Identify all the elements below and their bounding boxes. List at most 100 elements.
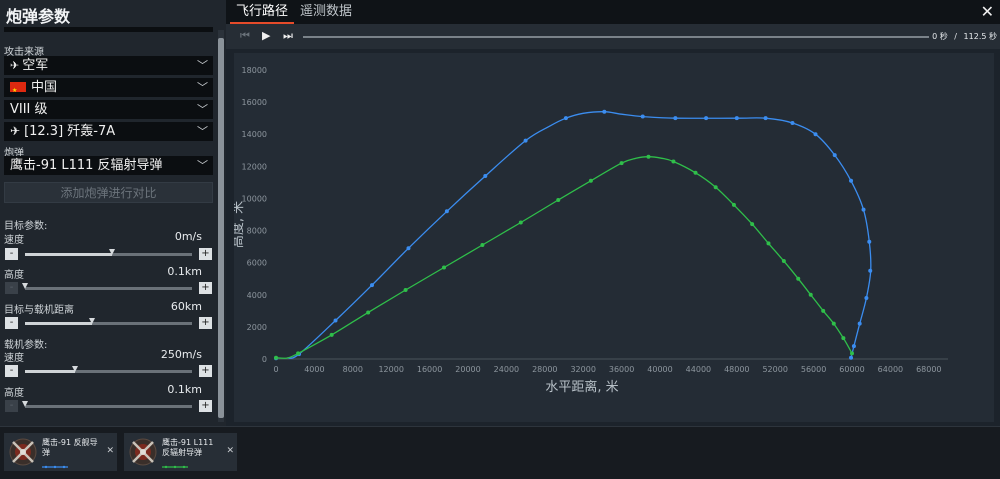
- missile-icon: [129, 438, 157, 466]
- y-tick-label: 18000: [242, 66, 267, 75]
- rank-value: VIII 级: [10, 102, 48, 117]
- tab-flight-path[interactable]: 飞行路径: [230, 0, 295, 24]
- weapon-card[interactable]: 鹰击-91 L111 反辐射导弹 ✕: [124, 433, 237, 471]
- x-tick-label: 56000: [801, 365, 826, 374]
- parameters-scroll-area[interactable]: 攻击来源 ✈ 空军 ﹀ ★ 中国 ﹀ VIII 级 ﹀ ✈ [12.3] 歼轰-7A …: [0, 27, 216, 426]
- country-select[interactable]: ★ 中国 ﹀: [4, 78, 213, 97]
- series-point-0: [602, 109, 607, 114]
- slider-thumb[interactable]: [72, 366, 79, 372]
- series-point-1: [796, 276, 801, 281]
- carrier-altitude-minus-button[interactable]: -: [5, 400, 18, 412]
- shell-value: 鹰击-91 L111 反辐射导弹: [10, 158, 163, 173]
- time-readout: 0 秒 / 112.5 秒: [932, 31, 997, 42]
- slider-thumb[interactable]: [108, 249, 115, 255]
- y-tick-label: 2000: [247, 323, 267, 332]
- x-tick-label: 16000: [417, 365, 442, 374]
- distance-label: 目标与载机距离: [4, 305, 74, 316]
- series-point-0: [734, 116, 739, 121]
- shell-parameters-panel: 炮弹参数 攻击来源 ✈ 空军 ﹀ ★ 中国 ﹀ VIII 级 ﹀ ✈ [12.3] 歼…: [0, 0, 226, 426]
- series-point-1: [588, 178, 593, 183]
- carrier-speed-slider[interactable]: [25, 366, 192, 373]
- target-altitude-minus-button[interactable]: -: [5, 282, 18, 294]
- aircraft-value: [12.3] 歼轰-7A: [24, 124, 116, 139]
- add-shell-compare-button[interactable]: 添加炮弹进行对比: [4, 182, 213, 203]
- x-tick-label: 0: [273, 365, 278, 374]
- series-point-1: [841, 336, 846, 341]
- slider-thumb[interactable]: [22, 401, 28, 407]
- target-altitude-value: 0.1km: [167, 265, 202, 278]
- series-point-0: [861, 207, 866, 212]
- series-point-0: [763, 116, 768, 121]
- x-axis-label: 水平距离, 米: [545, 379, 618, 395]
- distance-slider[interactable]: [25, 318, 192, 325]
- y-tick-label: 14000: [242, 130, 267, 139]
- target-speed-slider[interactable]: [25, 249, 192, 256]
- series-line-1: [275, 156, 853, 359]
- close-icon[interactable]: ✕: [981, 2, 994, 21]
- series-point-1: [731, 202, 736, 207]
- china-flag-icon: ★: [10, 81, 26, 94]
- series-point-0: [333, 318, 338, 323]
- series-point-1: [850, 351, 854, 356]
- rank-select[interactable]: VIII 级 ﹀: [4, 100, 213, 119]
- compared-weapons-bar: 鹰击-91 反舰导弹 ✕ 鹰击-91 L111 反辐射导弹 ✕: [0, 426, 1000, 479]
- series-line-0: [287, 111, 872, 359]
- playback-progress-bar[interactable]: [303, 36, 929, 38]
- flight-path-panel: 飞行路径 遥测数据 ✕ ⏮ ▶ ⏭ 0 秒 / 112.5 秒 0 4000 800…: [226, 0, 1000, 426]
- series-point-1: [366, 310, 371, 315]
- x-tick-label: 64000: [878, 365, 903, 374]
- target-altitude-label: 高度: [4, 270, 24, 281]
- carrier-speed-value: 250m/s: [160, 348, 202, 361]
- distance-plus-button[interactable]: +: [199, 317, 212, 329]
- series-point-1: [274, 355, 278, 360]
- carrier-altitude-slider[interactable]: [22, 401, 192, 408]
- scrollbar-thumb[interactable]: [218, 38, 224, 418]
- series-point-1: [329, 332, 334, 337]
- partial-select-top[interactable]: [4, 27, 213, 32]
- slider-thumb[interactable]: [88, 318, 95, 324]
- series-point-0: [523, 138, 528, 143]
- series-point-0: [851, 344, 856, 349]
- target-speed-minus-button[interactable]: -: [5, 248, 18, 260]
- series-point-1: [480, 243, 485, 248]
- x-tick-label: 52000: [762, 365, 787, 374]
- country-value: 中国: [31, 80, 58, 95]
- remove-weapon-icon[interactable]: ✕: [106, 446, 114, 456]
- x-tick-label: 32000: [570, 365, 595, 374]
- target-altitude-slider[interactable]: [22, 283, 192, 290]
- x-tick-label: 20000: [455, 365, 480, 374]
- target-speed-value: 0m/s: [174, 230, 202, 243]
- shell-select[interactable]: 鹰击-91 L111 反辐射导弹 ﹀: [4, 156, 213, 175]
- weapon-card[interactable]: 鹰击-91 反舰导弹 ✕: [4, 433, 117, 471]
- series-point-1: [556, 198, 561, 203]
- chevron-down-icon: ﹀: [197, 59, 208, 72]
- target-speed-plus-button[interactable]: +: [199, 248, 212, 260]
- target-altitude-plus-button[interactable]: +: [199, 282, 212, 294]
- tab-telemetry[interactable]: 遥测数据: [294, 0, 358, 24]
- x-tick-label: 4000: [304, 365, 324, 374]
- series-point-0: [640, 114, 645, 119]
- x-tick-label: 40000: [647, 365, 672, 374]
- service-select[interactable]: ✈ 空军 ﹀: [4, 56, 213, 75]
- trajectory-chart-area: 0 4000 8000 12000 16000 20000 24000 28000 32000 3…: [230, 53, 994, 422]
- chevron-down-icon: ﹀: [197, 159, 208, 172]
- y-tick-label: 8000: [247, 227, 267, 236]
- play-icon[interactable]: ▶: [262, 29, 270, 42]
- carrier-speed-minus-button[interactable]: -: [5, 365, 18, 377]
- carrier-speed-label: 速度: [4, 353, 24, 364]
- carrier-altitude-value: 0.1km: [167, 383, 202, 396]
- series-point-0: [832, 153, 837, 158]
- carrier-altitude-plus-button[interactable]: +: [199, 400, 212, 412]
- aircraft-select[interactable]: ✈ [12.3] 歼轰-7A ﹀: [4, 122, 213, 141]
- y-tick-label: 4000: [247, 291, 267, 300]
- remove-weapon-icon[interactable]: ✕: [226, 446, 234, 456]
- skip-end-icon[interactable]: ⏭: [283, 29, 293, 43]
- skip-start-icon[interactable]: ⏮: [240, 29, 250, 43]
- slider-thumb[interactable]: [22, 283, 28, 289]
- series-point-1: [766, 241, 771, 246]
- series-point-1: [646, 154, 651, 159]
- series-point-0: [483, 173, 488, 178]
- carrier-speed-plus-button[interactable]: +: [199, 365, 212, 377]
- distance-minus-button[interactable]: -: [5, 317, 18, 329]
- x-tick-label: 24000: [494, 365, 519, 374]
